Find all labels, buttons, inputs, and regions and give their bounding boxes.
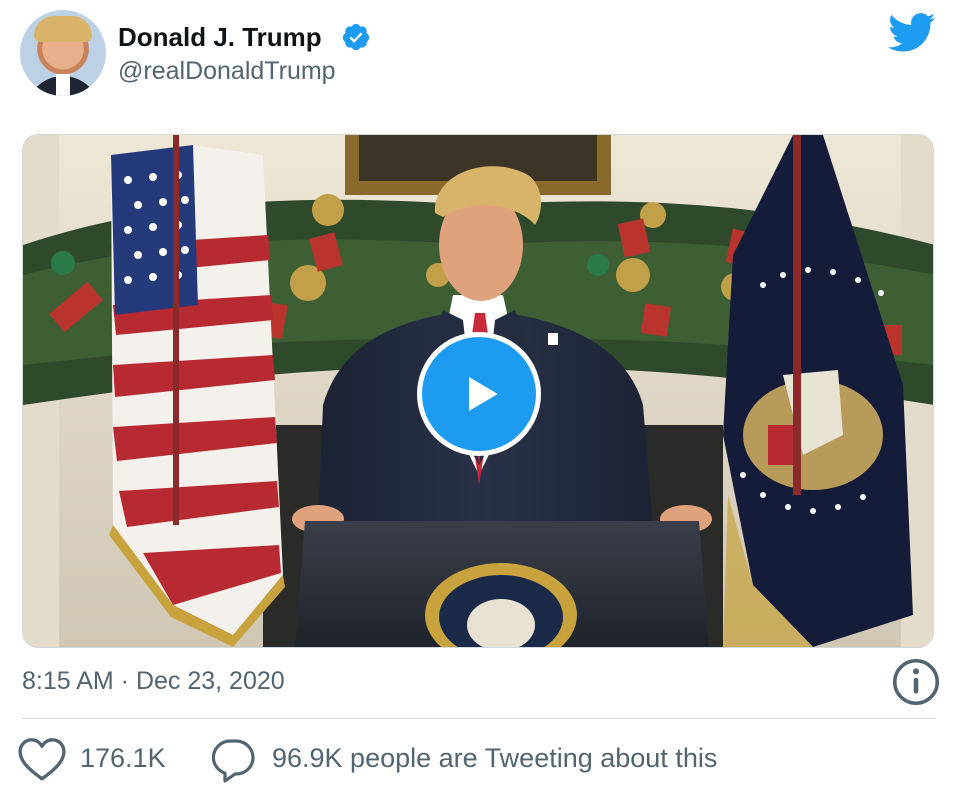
tweet-time: 8:15 AM — [22, 667, 114, 695]
verified-badge-icon — [342, 23, 370, 51]
twitter-bird-icon[interactable] — [888, 13, 936, 53]
tweet-header: Donald J. Trump @realDonaldTrump — [0, 0, 958, 110]
avatar[interactable] — [20, 10, 106, 96]
play-icon — [469, 377, 498, 411]
divider — [22, 718, 936, 719]
tweet-date: Dec 23, 2020 — [135, 667, 285, 695]
tweet-timestamp[interactable]: 8:15 AM · Dec 23, 2020 — [22, 664, 285, 698]
author-handle[interactable]: @realDonaldTrump — [118, 56, 336, 86]
play-button[interactable] — [417, 332, 541, 456]
speech-bubble-icon[interactable] — [208, 736, 258, 784]
video-player[interactable] — [22, 134, 934, 648]
author-name[interactable]: Donald J. Trump — [118, 21, 322, 53]
meta-separator: · — [113, 667, 136, 695]
heart-icon[interactable] — [17, 736, 67, 782]
info-icon[interactable] — [891, 657, 941, 707]
tweet-actions: 176.1K 96.9K people are Tweeting about t… — [0, 728, 958, 792]
tweeting-about-link[interactable]: 96.9K people are Tweeting about this — [272, 741, 717, 775]
like-count[interactable]: 176.1K — [80, 741, 166, 775]
